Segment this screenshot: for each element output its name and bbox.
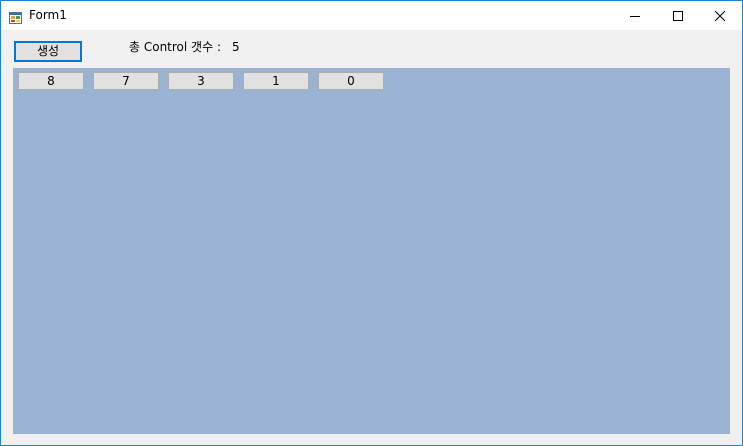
title-bar[interactable]: Form1 [1,1,742,30]
generated-button[interactable]: 3 [168,72,234,90]
control-count-value: 5 [232,40,240,54]
winforms-app-icon [9,9,22,24]
generated-button[interactable]: 1 [243,72,309,90]
maximize-button[interactable] [656,1,700,30]
minimize-icon [630,6,640,25]
controls-panel: 8 7 3 1 0 [13,68,730,434]
generated-button[interactable]: 8 [18,72,84,90]
generated-button[interactable]: 7 [93,72,159,90]
form-client-area: 생성 총 Control 갯수 : 5 8 7 3 1 0 [1,30,742,445]
close-button[interactable] [698,1,742,30]
create-button[interactable]: 생성 [14,41,82,62]
minimize-button[interactable] [613,1,657,30]
form-window: Form1 생성 총 Control 갯수: 5 8 7 3 1 0 [0,0,743,446]
generated-button[interactable]: 0 [318,72,384,90]
close-icon [714,6,726,25]
control-count-label: 총 Control 갯수 : [129,40,221,54]
maximize-icon [673,6,683,25]
generated-button-list: 8 7 3 1 0 [18,72,384,90]
window-title: Form1 [29,8,67,22]
